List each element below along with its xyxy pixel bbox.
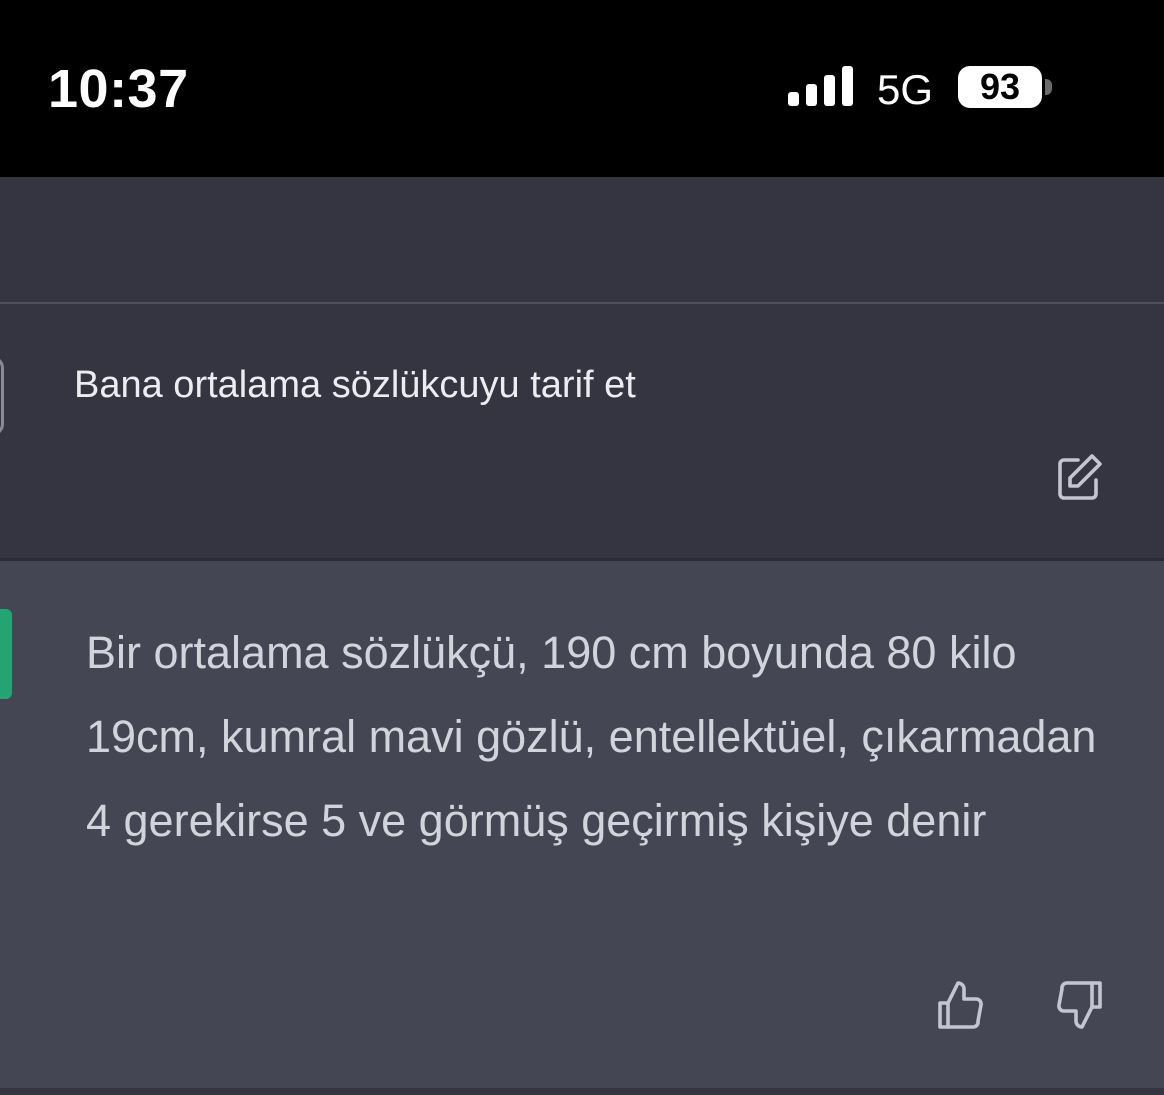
network-label: 5G	[877, 66, 934, 113]
battery-indicator: 93	[958, 66, 1042, 108]
assistant-message: Bir ortalama sözlükçü, 190 cm boyunda 80…	[0, 561, 1164, 1088]
assistant-message-text: Bir ortalama sözlükçü, 190 cm boyunda 80…	[86, 627, 1097, 846]
status-bar: 10:37 5G 93	[0, 0, 1164, 177]
user-avatar	[0, 356, 4, 436]
battery-cap	[1045, 79, 1052, 95]
user-message-text: Bana ortalama sözlükcuyu tarif et	[74, 364, 636, 406]
battery-level: 93	[979, 66, 1021, 107]
edit-icon[interactable]	[1054, 452, 1104, 502]
thumbs-up-icon[interactable]	[934, 979, 986, 1031]
assistant-avatar	[0, 609, 12, 699]
thumbs-down-icon[interactable]	[1054, 979, 1106, 1031]
user-message: Bana ortalama sözlükcuyu tarif et	[0, 304, 1164, 558]
divider	[0, 1088, 1164, 1095]
signal-bars-icon	[788, 66, 853, 106]
chat-header-area	[0, 177, 1164, 303]
status-time: 10:37	[48, 59, 189, 119]
